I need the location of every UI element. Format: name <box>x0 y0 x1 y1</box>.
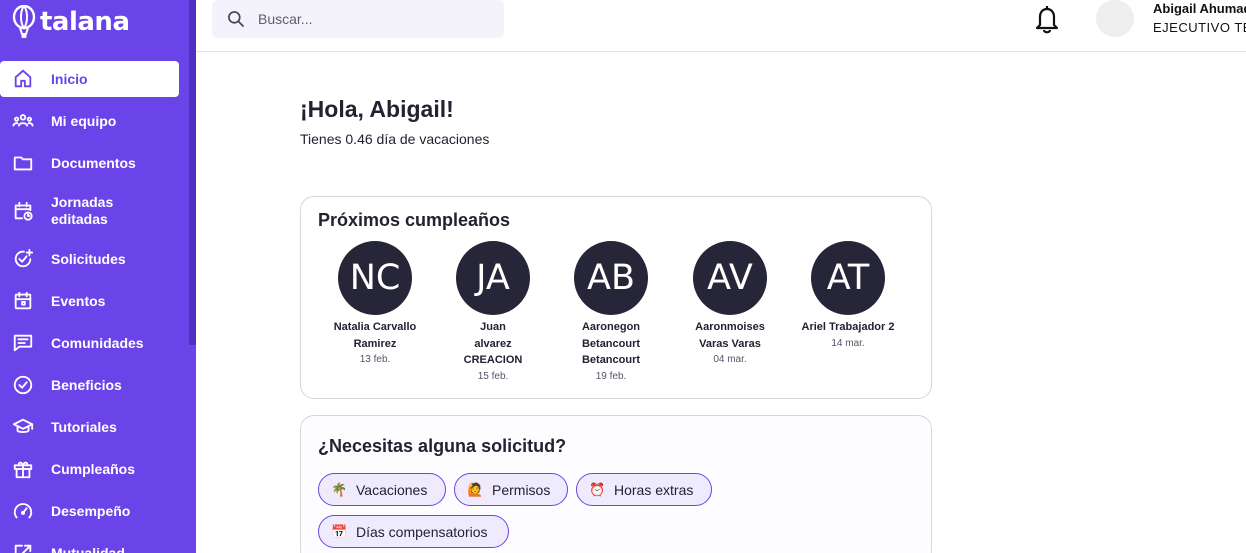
chip-horas-extras[interactable]: ⏰ Horas extras <box>576 473 712 506</box>
birthday-person[interactable]: AT Ariel Trabajador 2 14 mar. <box>800 241 896 352</box>
home-icon <box>11 67 35 91</box>
person-name: Ariel Trabajador 2 <box>801 321 895 333</box>
team-icon <box>11 109 35 133</box>
sidebar-item-tutoriales[interactable]: Tutoriales <box>0 409 189 445</box>
chip-vacaciones[interactable]: 🌴 Vacaciones <box>318 473 446 506</box>
user-role: EJECUTIVO TECNICO <box>1153 20 1246 35</box>
greeting-title: ¡Hola, Abigail! <box>300 96 454 122</box>
sidebar-item-label: Inicio <box>51 70 88 87</box>
sidebar-item-comunidades[interactable]: Comunidades <box>0 325 189 361</box>
person-name: Juan alvarez CREACION <box>463 321 523 366</box>
person-avatar: AT <box>811 241 885 315</box>
person-name: Natalia Carvallo Ramirez <box>333 321 417 350</box>
sidebar-item-mutualidad[interactable]: Mutualidad <box>0 535 189 553</box>
person-avatar: AV <box>693 241 767 315</box>
birthday-date: 04 mar. <box>713 354 747 365</box>
sidebar-item-label: Jornadas editadas <box>51 194 114 227</box>
sidebar-scrollbar[interactable] <box>189 0 196 345</box>
user-name[interactable]: Abigail Ahumada <box>1153 1 1246 16</box>
sidebar-item-documentos[interactable]: Documentos <box>0 145 189 181</box>
balloon-icon <box>12 5 36 38</box>
sidebar-item-eventos[interactable]: Eventos <box>0 283 189 319</box>
sidebar-item-jornadas-editadas[interactable]: Jornadas editadas <box>0 187 189 235</box>
search-icon <box>228 11 245 28</box>
sidebar-item-label: Desempeño <box>51 502 131 519</box>
external-link-icon <box>11 541 35 553</box>
topbar: Abigail Ahumada EJECUTIVO TECNICO <box>196 0 1246 52</box>
birthday-person[interactable]: AV Aaronmoises Varas Varas 04 mar. <box>681 241 779 368</box>
graduation-cap-icon <box>11 415 35 439</box>
birthday-date: 14 mar. <box>831 337 865 349</box>
sidebar-item-label: Eventos <box>51 292 106 309</box>
search-input[interactable] <box>258 9 488 29</box>
birthday-date: 19 feb. <box>595 370 627 382</box>
calendar-icon: 📅 <box>331 523 348 539</box>
sidebar-item-label: Comunidades <box>51 334 144 351</box>
app: talana Inicio Mi equipo Documentos Jorna… <box>0 0 1246 553</box>
chip-label: Horas extras <box>614 481 694 498</box>
calendar-icon <box>11 289 35 313</box>
notification-bell-icon[interactable] <box>1032 3 1062 35</box>
gift-icon <box>11 457 35 481</box>
sidebar-item-label: Tutoriales <box>51 418 117 435</box>
sidebar-item-label: Documentos <box>51 154 136 171</box>
alarm-clock-icon: ⏰ <box>589 481 606 497</box>
person-avatar: JA <box>456 241 530 315</box>
search-box[interactable] <box>212 0 504 38</box>
birthday-date: 13 feb. <box>359 354 391 365</box>
sidebar: talana Inicio Mi equipo Documentos Jorna… <box>0 0 196 553</box>
requests-title: ¿Necesitas alguna solicitud? <box>318 436 567 456</box>
chat-icon <box>11 331 35 355</box>
person-name: Aaronmoises Varas Varas <box>695 321 765 350</box>
vacation-balance-text: Tienes 0.46 día de vacaciones <box>300 131 490 147</box>
sidebar-item-label: Cumpleaños <box>51 460 136 477</box>
palm-tree-icon: 🌴 <box>331 481 348 497</box>
chip-label: Días compensatorios <box>356 523 488 540</box>
birthday-person[interactable]: NC Natalia Carvallo Ramirez 13 feb. <box>327 241 423 368</box>
chip-permisos[interactable]: 🙋 Permisos <box>454 473 568 506</box>
sidebar-item-label: Mutualidad <box>51 544 125 553</box>
person-raising-hand-icon: 🙋 <box>467 481 484 497</box>
sidebar-item-label: Beneficios <box>51 376 122 393</box>
person-name: Aaronegon Betancourt Betancourt <box>581 321 641 366</box>
chip-label: Vacaciones <box>356 481 428 498</box>
sidebar-item-solicitudes[interactable]: Solicitudes <box>0 241 189 277</box>
calendar-clock-icon <box>11 199 35 223</box>
birthdays-card: Próximos cumpleaños NC Natalia Carvallo … <box>300 196 932 399</box>
sidebar-item-beneficios[interactable]: Beneficios <box>0 367 189 403</box>
birthdays-title: Próximos cumpleaños <box>318 210 511 230</box>
sidebar-item-desempeno[interactable]: Desempeño <box>0 493 189 529</box>
sidebar-item-label: Solicitudes <box>51 250 126 267</box>
birthday-date: 15 feb. <box>477 370 509 382</box>
birthday-person[interactable]: JA Juan alvarez CREACION 15 feb. <box>445 241 541 385</box>
sidebar-nav: Inicio Mi equipo Documentos Jornadas edi… <box>0 61 189 553</box>
sidebar-item-mi-equipo[interactable]: Mi equipo <box>0 103 189 139</box>
sidebar-item-cumpleanos[interactable]: Cumpleaños <box>0 451 189 487</box>
birthday-person[interactable]: AB Aaronegon Betancourt Betancourt 19 fe… <box>563 241 659 385</box>
check-plus-icon <box>11 247 35 271</box>
sidebar-item-inicio[interactable]: Inicio <box>0 61 179 97</box>
sidebar-item-label: Mi equipo <box>51 112 117 129</box>
requests-card: ¿Necesitas alguna solicitud? 🌴 Vacacione… <box>300 415 932 553</box>
chip-dias-compensatorios[interactable]: 📅 Días compensatorios <box>318 515 509 548</box>
gauge-icon <box>11 499 35 523</box>
chip-label: Permisos <box>492 481 551 498</box>
logo-text: talana <box>40 7 130 37</box>
folder-icon <box>11 151 35 175</box>
check-circle-icon <box>11 373 35 397</box>
user-avatar[interactable] <box>1096 0 1134 37</box>
talana-logo[interactable]: talana <box>10 2 130 42</box>
person-avatar: NC <box>338 241 412 315</box>
person-avatar: AB <box>574 241 648 315</box>
